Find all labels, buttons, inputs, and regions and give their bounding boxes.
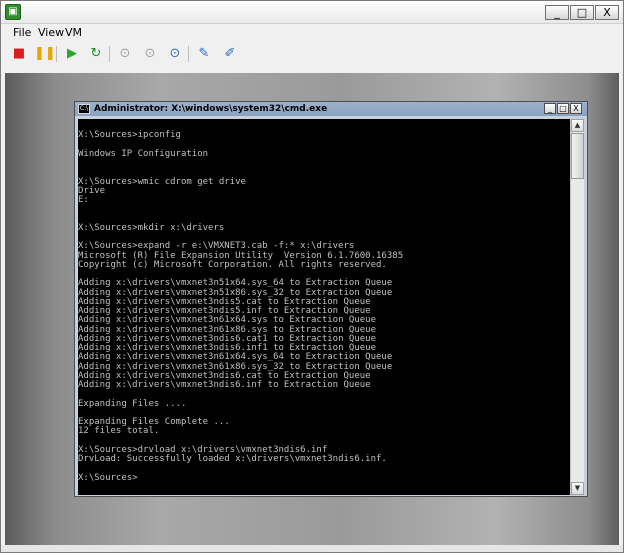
cmd-maximize-button[interactable]: □: [557, 103, 569, 114]
console-line: E:: [78, 195, 89, 205]
console-line: Adding x:\drivers\vmxnet3ndis6.inf to Ex…: [78, 380, 371, 390]
minimize-button[interactable]: _: [545, 5, 569, 20]
cmd-window-title: Administrator: X:\windows\system32\cmd.e…: [94, 104, 328, 114]
cmd-titlebar[interactable]: C:\ Administrator: X:\windows\system32\c…: [75, 102, 587, 116]
console-line: Windows IP Configuration: [78, 148, 209, 159]
stop-icon[interactable]: ■: [10, 45, 28, 63]
scroll-thumb[interactable]: [571, 133, 584, 179]
vm-titlebar[interactable]: ▣ _ □ X: [1, 1, 623, 24]
pause-icon[interactable]: ❚❚: [34, 45, 56, 63]
console-output[interactable]: X:\Sources>ipconfig Windows IP Configura…: [78, 119, 570, 495]
toolbar-separator: [56, 46, 57, 62]
console-line: Drive: [78, 185, 106, 196]
console-line: 12 files total.: [78, 426, 160, 437]
maximize-button[interactable]: □: [570, 5, 594, 20]
snapshot-icon[interactable]: ⊙: [116, 45, 134, 63]
console-scrollbar[interactable]: ▲ ▼: [570, 119, 584, 495]
menu-view[interactable]: View: [38, 26, 64, 39]
menu-vm[interactable]: VM: [65, 26, 82, 39]
snapshot-manager-icon[interactable]: ⊙: [166, 45, 184, 63]
scroll-up-icon[interactable]: ▲: [571, 119, 584, 132]
toolbar-separator: [188, 46, 189, 62]
toolbar-separator: [109, 46, 110, 62]
play-icon[interactable]: ▶: [63, 45, 81, 63]
console-line: X:\Sources>: [78, 472, 138, 483]
revert-snapshot-icon[interactable]: ⊙: [141, 45, 159, 63]
console-line: DrvLoad: Successfully loaded x:\drivers\…: [78, 454, 387, 464]
settings-icon[interactable]: ✎: [195, 45, 213, 63]
cmd-close-button[interactable]: X: [570, 103, 582, 114]
cmd-minimize-button[interactable]: _: [544, 103, 556, 114]
vmware-app-icon: ▣: [5, 4, 21, 20]
console-line: X:\Sources>ipconfig: [78, 130, 181, 141]
console-text: X:\Sources>ipconfig Windows IP Configura…: [78, 119, 570, 483]
status-strip: [1, 545, 623, 552]
tools-icon[interactable]: ✐: [221, 45, 239, 63]
console-line: X:\Sources>wmic cdrom get drive: [78, 176, 246, 187]
menu-file[interactable]: File: [13, 26, 31, 39]
console-line: Expanding Files ....: [78, 398, 187, 409]
cmd-window: C:\ Administrator: X:\windows\system32\c…: [74, 101, 588, 497]
cmd-app-icon: C:\: [78, 104, 90, 114]
console-line: Copyright (c) Microsoft Corporation. All…: [78, 259, 387, 270]
scroll-down-icon[interactable]: ▼: [571, 482, 584, 495]
console-line: X:\Sources>mkdir x:\drivers: [78, 222, 225, 233]
toolbar: ■ ❚❚ ▶ ↻ ⊙ ⊙ ⊙ ✎ ✐: [1, 41, 623, 67]
close-button[interactable]: X: [595, 5, 619, 20]
menubar: File View VM: [1, 24, 623, 40]
reset-icon[interactable]: ↻: [87, 45, 105, 63]
